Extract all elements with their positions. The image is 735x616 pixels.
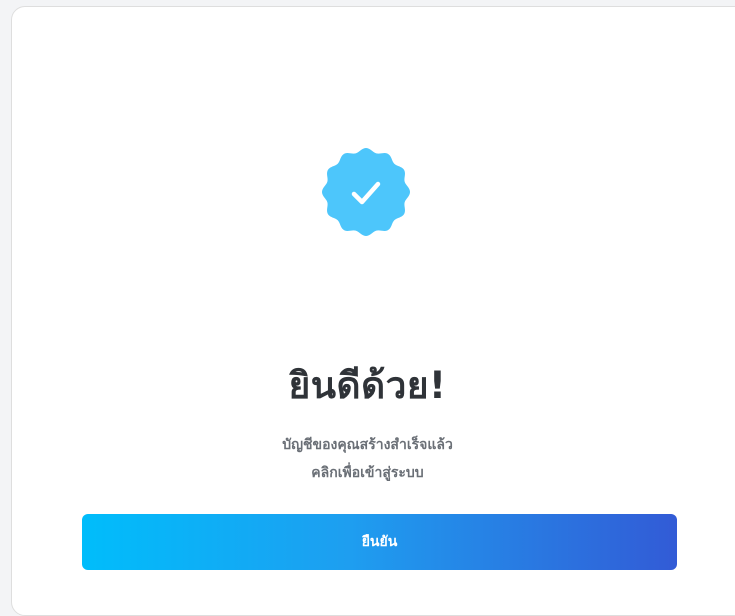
dialog-title: ยินดีด้วย! [288, 364, 447, 407]
verified-badge-check-icon [320, 146, 412, 238]
dialog-message-line2: คลิกเพื่อเข้าสู่ระบบ [311, 465, 424, 481]
dialog-message-line1: บัญชีของคุณสร้างสำเร็จแล้ว [282, 437, 453, 453]
confirm-button[interactable]: ยืนยัน [82, 514, 677, 570]
